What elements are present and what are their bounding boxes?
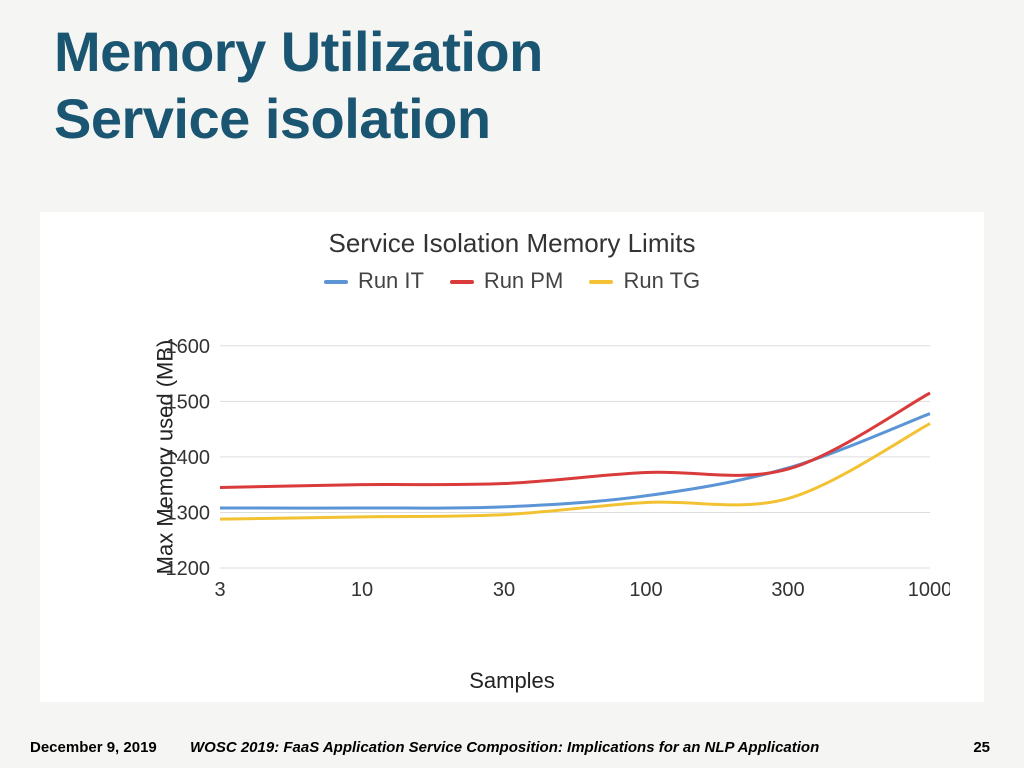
plot-area: 1200 1300 1400 1500 1600 3 10 30 100 300 1000 bbox=[160, 308, 950, 618]
legend-label-1: Run PM bbox=[484, 268, 563, 293]
x-tick-label: 10 bbox=[351, 579, 373, 601]
x-tick-label: 100 bbox=[629, 579, 662, 601]
slide-title-line2: Service isolation bbox=[54, 85, 543, 152]
footer-page-number: 25 bbox=[973, 739, 990, 756]
legend-label-2: Run TG bbox=[624, 268, 701, 293]
series-line-2 bbox=[220, 424, 930, 520]
y-tick-label: 1300 bbox=[166, 502, 211, 524]
y-tick-label: 1500 bbox=[166, 391, 211, 413]
chart: Service Isolation Memory Limits Run IT R… bbox=[40, 212, 984, 702]
x-tick-label: 1000 bbox=[908, 579, 950, 601]
slide-title: Memory Utilization Service isolation bbox=[54, 18, 543, 152]
x-tick-label: 30 bbox=[493, 579, 515, 601]
y-tick-label: 1600 bbox=[166, 336, 211, 358]
x-axis-label: Samples bbox=[40, 668, 984, 694]
slide: Memory Utilization Service isolation Ser… bbox=[0, 0, 1024, 768]
footer-conference: WOSC 2019: FaaS Application Service Comp… bbox=[190, 739, 819, 756]
legend-swatch-0 bbox=[324, 280, 348, 284]
series-line-1 bbox=[220, 393, 930, 487]
y-tick-label: 1400 bbox=[166, 447, 211, 469]
x-tick-label: 3 bbox=[214, 579, 225, 601]
series-line-0 bbox=[220, 414, 930, 509]
x-tick-label: 300 bbox=[771, 579, 804, 601]
slide-title-line1: Memory Utilization bbox=[54, 18, 543, 85]
legend-swatch-2 bbox=[589, 280, 613, 284]
legend-entry-0: Run IT bbox=[324, 268, 430, 293]
y-tick-label: 1200 bbox=[166, 558, 211, 580]
legend-entry-1: Run PM bbox=[450, 268, 570, 293]
legend-entry-2: Run TG bbox=[589, 268, 700, 293]
legend-label-0: Run IT bbox=[358, 268, 424, 293]
footer-date: December 9, 2019 bbox=[30, 739, 157, 756]
legend-swatch-1 bbox=[450, 280, 474, 284]
chart-legend: Run IT Run PM Run TG bbox=[40, 268, 984, 294]
chart-title: Service Isolation Memory Limits bbox=[40, 228, 984, 259]
